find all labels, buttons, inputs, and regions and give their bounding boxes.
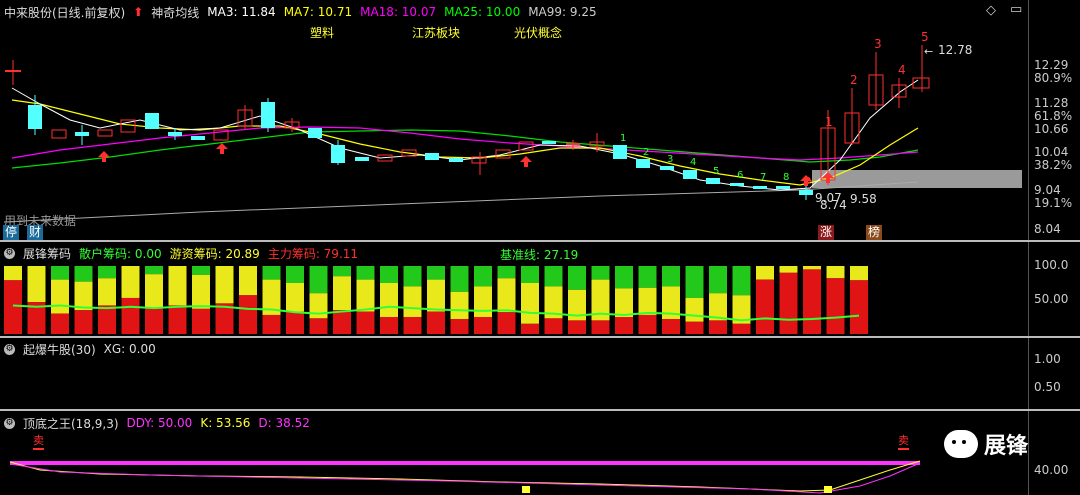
k-line xyxy=(9,460,921,492)
watermark-text: 展锋 xyxy=(984,434,1029,459)
price-tick: 9.04 xyxy=(1034,183,1061,197)
sell-label: 卖 xyxy=(898,432,909,450)
signal-marker xyxy=(824,486,832,493)
signal-marker xyxy=(522,486,530,493)
panel2-tick: 100.0 xyxy=(1034,258,1069,272)
price-tick: 8.04 xyxy=(1034,222,1061,236)
price-tick: 11.28 xyxy=(1034,96,1069,110)
price-tick: 10.66 xyxy=(1034,122,1069,136)
panel2-tick: 50.00 xyxy=(1034,292,1069,306)
right-axis-line xyxy=(1028,0,1029,495)
pct-tick: 80.9% xyxy=(1034,71,1073,85)
price-tick: 12.29 xyxy=(1034,58,1069,72)
panel3-tick: 1.00 xyxy=(1034,352,1061,366)
pct-tick: 19.1% xyxy=(1034,196,1073,210)
panel3-tick: 0.50 xyxy=(1034,380,1061,394)
pct-tick: 38.2% xyxy=(1034,158,1073,172)
panel4-tick: 40.00 xyxy=(1034,463,1069,477)
d-line xyxy=(9,462,921,494)
sell-label: 卖 xyxy=(33,432,44,450)
price-tick: 10.04 xyxy=(1034,145,1069,159)
watermark: 展锋 xyxy=(944,428,1028,460)
wechat-icon xyxy=(944,430,978,458)
pct-tick: 61.8% xyxy=(1034,109,1073,123)
kdj-chart xyxy=(9,460,921,494)
